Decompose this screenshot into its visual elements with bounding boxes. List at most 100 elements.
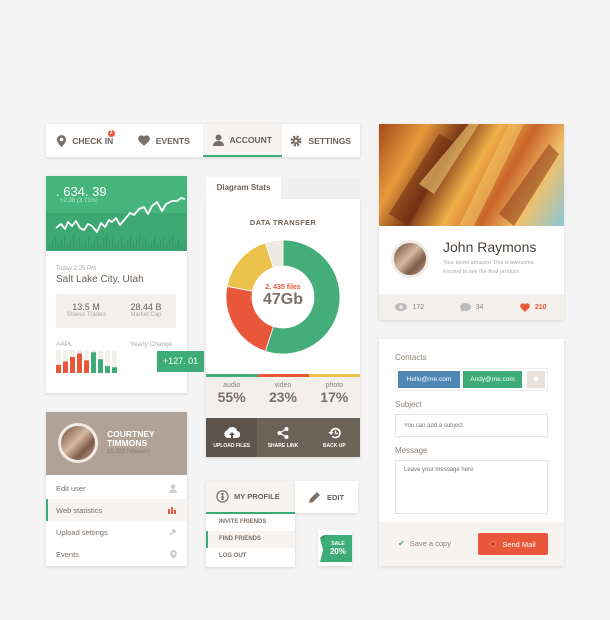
- volume-bar: [55, 237, 57, 251]
- yearly-change-value: +127. 01: [157, 351, 204, 372]
- volume-bar: [175, 242, 177, 251]
- add-contact-button[interactable]: +: [527, 371, 545, 388]
- message-input[interactable]: [395, 460, 548, 514]
- avatar: [58, 423, 98, 463]
- send-mail-button[interactable]: Send Mail: [478, 533, 548, 555]
- stock-line-chart: [49, 197, 186, 251]
- user-icon: [169, 484, 177, 493]
- volume-bar: [82, 245, 84, 251]
- save-copy-checkbox[interactable]: ✔ Save a copy: [398, 539, 451, 548]
- volume-bar: [181, 245, 183, 251]
- tab-secondary[interactable]: [281, 177, 360, 199]
- comment-icon: [459, 302, 471, 312]
- cloud-upload-icon: [224, 427, 240, 439]
- tab-label: SETTINGS: [308, 135, 351, 146]
- sale-percent: 20%: [329, 547, 346, 556]
- volume-bar: [76, 242, 78, 251]
- volume-bar: [127, 240, 129, 251]
- aapl-bar: [112, 367, 117, 373]
- profile-dropdown: INVITE FRIENDS FIND FRIENDS LOG OUT: [206, 514, 295, 567]
- likes-stat[interactable]: 210: [502, 294, 564, 320]
- edit-label: EDIT: [326, 492, 345, 502]
- total-size: 47Gb: [262, 291, 303, 308]
- volume-bar: [142, 242, 144, 251]
- menu-item-invite-friends[interactable]: INVITE FRIENDS: [206, 514, 295, 531]
- volume-bar: [148, 245, 150, 251]
- menu-item-web-statistics[interactable]: Web statistics: [46, 499, 187, 521]
- photo-stat: photo 17%: [309, 377, 360, 418]
- volume-bar: [151, 241, 153, 251]
- comments-stat[interactable]: 34: [441, 294, 503, 320]
- volume-bar: [112, 238, 114, 251]
- tab-label: EVENTS: [155, 135, 190, 146]
- volume-bar: [103, 239, 105, 251]
- avatar: [391, 240, 429, 278]
- video-label: video: [274, 382, 292, 389]
- send-mail-label: Send Mail: [502, 539, 536, 549]
- heart-icon: [520, 302, 530, 312]
- followers-count: 15,323 followers: [107, 449, 151, 455]
- menu-item-events[interactable]: Events: [46, 543, 187, 565]
- profile-header: COURTNEY TIMMONS 15,323 followers: [46, 412, 187, 475]
- pin-icon: [169, 528, 177, 536]
- my-profile-button[interactable]: MY PROFILE: [206, 481, 295, 514]
- volume-bar: [97, 236, 99, 251]
- back-up-button[interactable]: BACK UP: [309, 418, 360, 457]
- market-cap-label: Market Cap: [130, 312, 162, 318]
- tab-diagram-stats[interactable]: Diagram Stats: [206, 177, 281, 199]
- share-link-button[interactable]: SHARE LINK: [257, 418, 308, 457]
- volume-bar: [136, 239, 138, 251]
- views-stat[interactable]: 172: [379, 294, 441, 320]
- video-stat: video 23%: [257, 377, 308, 418]
- record-dot-icon: [490, 541, 497, 547]
- menu-item-upload-settings[interactable]: Upload settings: [46, 521, 187, 543]
- back-up-label: BACK UP: [322, 443, 346, 449]
- volume-bar: [85, 241, 87, 251]
- plus-icon: +: [532, 372, 540, 386]
- subject-label: Subject: [395, 400, 422, 409]
- volume-bar: [106, 235, 108, 251]
- aapl-bar: [56, 364, 61, 373]
- volume-bar: [121, 237, 123, 251]
- volume-bar: [73, 235, 75, 251]
- tab-check-in[interactable]: CHECK IN 3: [46, 124, 125, 157]
- sale-badge: SALE 20%: [318, 530, 352, 566]
- type-percentages: audio 55% video 23% photo 17%: [206, 377, 360, 418]
- stock-location: Salt Lake City, Utah: [56, 274, 144, 285]
- shares-traded-label: Shares Traded: [66, 312, 106, 318]
- edit-button[interactable]: EDIT: [295, 481, 358, 513]
- tab-account[interactable]: ACCOUNT: [203, 124, 282, 157]
- volume-bar: [58, 244, 60, 251]
- menu-item-find-friends[interactable]: FIND FRIENDS: [206, 531, 295, 548]
- contact-chip[interactable]: Andy@me.com: [463, 371, 522, 388]
- menu-item-edit-user[interactable]: Edit user: [46, 477, 187, 499]
- share-link-label: SHARE LINK: [267, 443, 299, 449]
- stock-header: . 634. 39 +2.38 (3.71%): [46, 176, 187, 251]
- tab-settings[interactable]: SETTINGS: [282, 124, 361, 157]
- volume-bar: [139, 235, 141, 251]
- top-nav: CHECK IN 3 EVENTS ACCOUNT SETTINGS: [46, 124, 360, 157]
- volume-bar: [118, 241, 120, 251]
- aapl-bar: [105, 366, 110, 373]
- volume-bar: [133, 243, 135, 251]
- stock-time: Today 2:25 PM: [56, 266, 97, 272]
- history-icon: [328, 427, 341, 439]
- tab-events[interactable]: EVENTS: [125, 124, 204, 157]
- volume-bar: [124, 244, 126, 251]
- yearly-change-label: Yearly Change: [130, 341, 173, 348]
- person-bio-line1: Your talent amazes! This is awesome.: [443, 260, 536, 266]
- message-label: Message: [395, 446, 428, 455]
- volume-bar: [79, 238, 81, 251]
- volume-bar: [178, 238, 180, 251]
- user-profile-card: COURTNEY TIMMONS 15,323 followers Edit us…: [46, 412, 187, 566]
- stock-widget: . 634. 39 +2.38 (3.71%) Today 2:25 PM Sa…: [46, 176, 204, 393]
- volume-bar: [91, 244, 93, 251]
- volume-bar: [100, 243, 102, 251]
- user-icon: [212, 134, 224, 146]
- upload-files-button[interactable]: UPLOAD FILES: [206, 418, 258, 457]
- person-stats: 172 34 210: [379, 294, 564, 320]
- menu-label: Events: [56, 549, 79, 559]
- contact-chip[interactable]: Hello@me.com: [398, 371, 460, 388]
- subject-input[interactable]: [395, 414, 548, 437]
- menu-item-log-out[interactable]: LOG OUT: [206, 548, 295, 565]
